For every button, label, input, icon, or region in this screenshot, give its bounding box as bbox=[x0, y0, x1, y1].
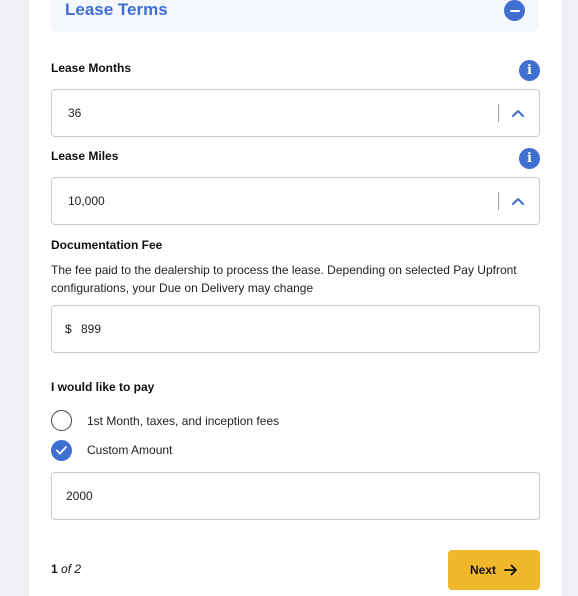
next-button[interactable]: Next bbox=[448, 550, 540, 590]
documentation-fee-description: The fee paid to the dealership to proces… bbox=[51, 263, 517, 295]
radio-custom-amount[interactable] bbox=[51, 440, 72, 461]
chevron-up-icon[interactable] bbox=[511, 194, 525, 208]
checkmark-icon bbox=[56, 446, 67, 455]
custom-amount-value: 2000 bbox=[66, 489, 93, 503]
lease-months-select[interactable]: 36 bbox=[51, 89, 540, 137]
documentation-fee-input[interactable]: $ 899 bbox=[51, 305, 540, 353]
custom-amount-input[interactable]: 2000 bbox=[51, 472, 540, 520]
radio-first-month-label[interactable]: 1st Month, taxes, and inception fees bbox=[87, 414, 279, 428]
minus-circle-icon bbox=[509, 9, 520, 12]
radio-custom-amount-label[interactable]: Custom Amount bbox=[87, 443, 172, 457]
section-title: Lease Terms bbox=[65, 0, 168, 19]
collapse-section-button[interactable] bbox=[504, 0, 525, 21]
documentation-fee-label: Documentation Fee bbox=[51, 238, 163, 252]
current-step: 1 bbox=[51, 562, 58, 576]
lease-months-info-icon[interactable]: i bbox=[519, 60, 540, 81]
next-button-label: Next bbox=[469, 563, 496, 577]
payment-label: I would like to pay bbox=[51, 380, 155, 394]
lease-miles-value: 10,000 bbox=[68, 194, 105, 208]
step-indicator: 1 of 2 bbox=[51, 562, 81, 576]
select-divider bbox=[498, 192, 499, 210]
lease-miles-label: Lease Miles bbox=[51, 149, 119, 163]
chevron-up-icon[interactable] bbox=[511, 106, 525, 120]
lease-miles-info-icon[interactable]: i bbox=[519, 148, 540, 169]
documentation-fee-value: 899 bbox=[81, 322, 102, 336]
total-steps: of 2 bbox=[61, 562, 82, 576]
select-divider bbox=[498, 104, 499, 122]
radio-first-month[interactable] bbox=[51, 410, 72, 431]
arrow-right-icon bbox=[504, 564, 517, 576]
currency-symbol: $ bbox=[65, 322, 72, 336]
lease-months-label: Lease Months bbox=[51, 61, 132, 75]
lease-miles-select[interactable]: 10,000 bbox=[51, 177, 540, 225]
lease-months-value: 36 bbox=[68, 106, 82, 120]
